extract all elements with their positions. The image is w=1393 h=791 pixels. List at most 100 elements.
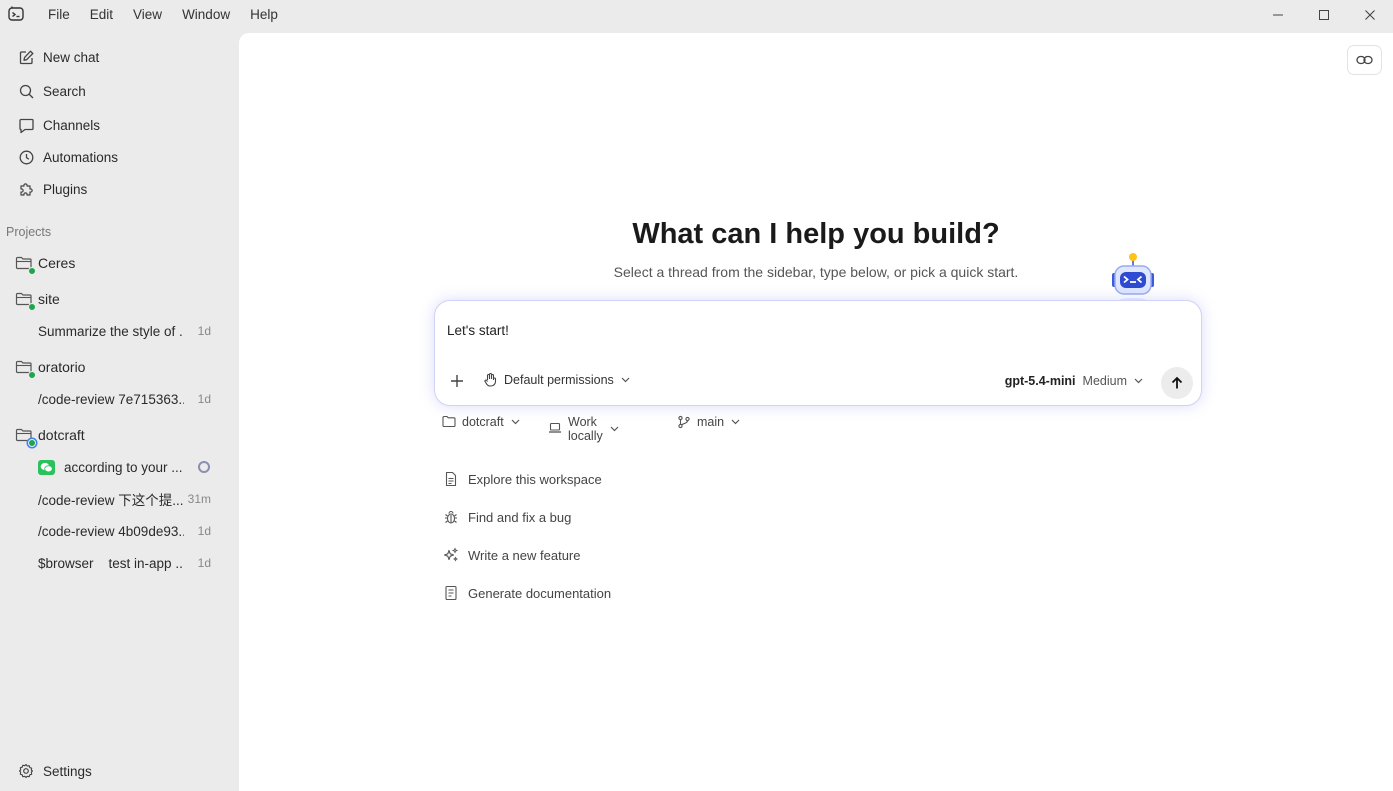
add-attachment-icon[interactable] xyxy=(449,373,465,389)
quick-start-label: Find and fix a bug xyxy=(468,509,572,525)
status-dot xyxy=(28,303,36,311)
menu-window[interactable]: Window xyxy=(172,0,240,30)
thread-item[interactable]: /code-review 7e715363... 1d xyxy=(30,384,228,414)
location-selector[interactable]: Work locally xyxy=(548,415,619,443)
folder-name: dotcraft xyxy=(462,415,504,429)
folder-icon xyxy=(15,359,36,379)
menu-bar: File Edit View Window Help xyxy=(38,0,288,30)
document-icon xyxy=(443,471,459,487)
thread-item[interactable]: /code-review 下这个提... 31m xyxy=(30,484,228,514)
link-icon xyxy=(1356,55,1373,65)
chevron-down-icon xyxy=(511,419,520,425)
send-button[interactable] xyxy=(1161,367,1193,399)
minimize-button[interactable] xyxy=(1255,0,1301,30)
quick-start-explore[interactable]: Explore this workspace xyxy=(443,468,602,490)
thread-item[interactable]: according to your ... xyxy=(30,452,228,482)
sidebar-item-new-chat[interactable]: New chat xyxy=(10,42,228,72)
chat-bubble-icon xyxy=(18,117,35,134)
quick-start-feature[interactable]: Write a new feature xyxy=(443,544,580,566)
branch-name: main xyxy=(697,415,725,429)
hand-icon xyxy=(483,372,498,387)
thread-title: /code-review 下这个提... xyxy=(38,493,184,508)
window-controls xyxy=(1255,0,1393,30)
edit-icon xyxy=(18,49,35,66)
page-subtitle: Select a thread from the sidebar, type b… xyxy=(613,264,1019,280)
project-name: dotcraft xyxy=(38,427,85,443)
menu-view[interactable]: View xyxy=(123,0,172,30)
quick-start-bug[interactable]: Find and fix a bug xyxy=(443,506,571,528)
docs-icon xyxy=(443,585,459,601)
settings-label: Settings xyxy=(43,763,92,779)
sidebar-item-search[interactable]: Search xyxy=(10,76,228,106)
project-name: Ceres xyxy=(38,255,76,271)
folder-icon xyxy=(15,255,36,275)
title-bar: File Edit View Window Help xyxy=(0,0,1393,32)
sidebar-item-label: Automations xyxy=(43,149,119,165)
page-title: What can I help you build? xyxy=(632,218,1000,250)
thread-time: 1d xyxy=(197,524,211,538)
wechat-icon xyxy=(38,459,55,475)
sidebar: New chat Search Channels Automations Plu… xyxy=(0,32,239,791)
thread-title: according to your ... xyxy=(64,459,183,475)
thread-time: 1d xyxy=(197,392,211,406)
close-button[interactable] xyxy=(1347,0,1393,30)
project-oratorio[interactable]: oratorio xyxy=(10,352,228,382)
thread-title: /code-review 7e715363... xyxy=(38,391,184,407)
sidebar-item-label: Search xyxy=(43,83,86,99)
chevron-down-icon xyxy=(610,426,619,432)
permissions-dropdown[interactable]: Default permissions xyxy=(483,372,630,387)
thread-time: 31m xyxy=(187,492,211,506)
sidebar-item-plugins[interactable]: Plugins xyxy=(10,174,228,204)
quick-start-label: Write a new feature xyxy=(468,547,581,563)
reasoning-effort: Medium xyxy=(1082,374,1127,388)
status-dot xyxy=(28,439,36,447)
chevron-down-icon xyxy=(731,419,740,425)
menu-help[interactable]: Help xyxy=(240,0,288,30)
project-dotcraft[interactable]: dotcraft xyxy=(10,420,228,450)
settings-button[interactable]: Settings xyxy=(10,756,228,786)
puzzle-icon xyxy=(18,181,35,198)
folder-selector[interactable]: dotcraft xyxy=(442,415,520,429)
menu-file[interactable]: File xyxy=(38,0,80,30)
status-dot xyxy=(28,267,36,275)
sidebar-item-label: New chat xyxy=(43,49,100,65)
git-branch-icon xyxy=(677,415,691,429)
close-icon xyxy=(1365,10,1375,20)
search-icon xyxy=(18,83,35,100)
main-panel: What can I help you build? Select a thre… xyxy=(239,33,1393,791)
thread-title: Summarize the style of ... xyxy=(38,323,184,339)
prompt-composer: Let's start! Default permissions gpt-5.4… xyxy=(434,300,1202,406)
copy-link-button[interactable] xyxy=(1347,45,1382,75)
project-ceres[interactable]: Ceres xyxy=(10,248,228,278)
model-name: gpt-5.4-mini xyxy=(1004,374,1076,388)
thread-time: 1d xyxy=(197,324,211,338)
sidebar-item-automations[interactable]: Automations xyxy=(10,142,228,172)
arrow-up-icon xyxy=(1171,376,1183,389)
project-site[interactable]: site xyxy=(10,284,228,314)
sparkle-icon xyxy=(443,547,459,563)
project-name: oratorio xyxy=(38,359,86,375)
robot-mascot-icon xyxy=(1112,253,1154,302)
branch-selector[interactable]: main xyxy=(677,415,740,429)
composer-toolbar: Default permissions gpt-5.4-mini Medium xyxy=(435,367,1201,399)
thread-item[interactable]: Summarize the style of ... 1d xyxy=(30,316,228,346)
quick-start-docs[interactable]: Generate documentation xyxy=(443,582,611,604)
sidebar-item-label: Channels xyxy=(43,117,101,133)
location-label: Work locally xyxy=(568,415,603,443)
gear-icon xyxy=(18,763,35,780)
prompt-input[interactable]: Let's start! xyxy=(447,323,509,338)
maximize-button[interactable] xyxy=(1301,0,1347,30)
model-selector[interactable]: gpt-5.4-mini Medium xyxy=(1005,374,1143,388)
thread-title: $browser test in-app ... xyxy=(38,555,184,571)
folder-icon xyxy=(15,427,36,447)
menu-edit[interactable]: Edit xyxy=(80,0,123,30)
laptop-icon xyxy=(548,422,562,436)
status-dot xyxy=(28,371,36,379)
maximize-icon xyxy=(1319,10,1329,20)
app-logo-icon xyxy=(8,6,24,21)
chevron-down-icon xyxy=(1134,378,1143,384)
thread-item[interactable]: $browser test in-app ... 1d xyxy=(30,548,228,578)
thread-item[interactable]: /code-review 4b09de93... 1d xyxy=(30,516,228,546)
sidebar-item-channels[interactable]: Channels xyxy=(10,110,228,140)
clock-icon xyxy=(18,149,35,166)
